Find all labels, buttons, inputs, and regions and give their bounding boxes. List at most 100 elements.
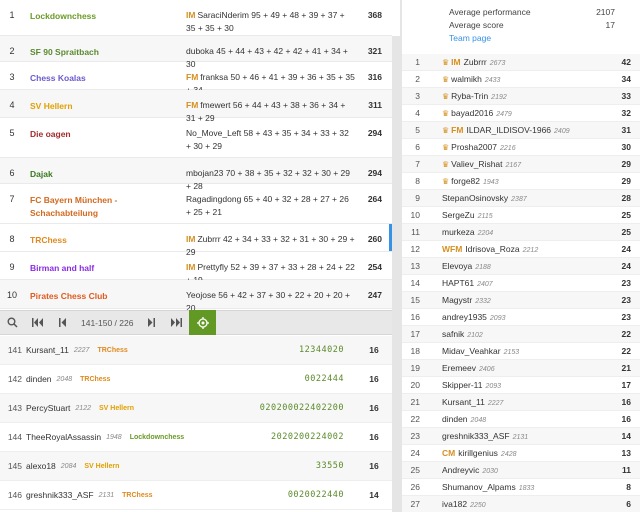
ranking-player[interactable]: safnik 2102 <box>420 329 614 339</box>
jump-to-me-button[interactable] <box>189 310 217 335</box>
player-row[interactable]: 142 dinden 2048 TRChess 0022444 16 <box>0 365 392 394</box>
ranking-row[interactable]: 22 dinden 2048 16 <box>402 411 640 428</box>
ranking-player[interactable]: HAPT61 2407 <box>420 278 614 288</box>
team-name[interactable]: Chess Koalas <box>24 62 180 85</box>
team-row[interactable]: 3 Chess Koalas FM franksa 50 + 46 + 41 + 39… <box>0 62 392 95</box>
player-team[interactable]: TRChess <box>80 376 110 383</box>
ranking-row[interactable]: 16 andrey1935 2093 23 <box>402 309 640 326</box>
team-name[interactable]: Birman and half <box>24 252 180 275</box>
ranking-row[interactable]: 15 Magystr 2332 23 <box>402 292 640 309</box>
player-name[interactable]: greshnik333_ASF <box>22 490 94 500</box>
team-row[interactable]: 4 SV Hellern FM fmewert 56 + 44 + 43 + 38 +… <box>0 90 392 123</box>
ranking-player[interactable]: ♛ Ryba-Trin 2192 <box>420 91 614 101</box>
player-row[interactable]: 146 greshnik333_ASF 2131 TRChess 0020022440 1… <box>0 481 392 510</box>
ranking-player[interactable]: ♛ Prosha2007 2216 <box>420 142 614 152</box>
ranking-player[interactable]: Elevoya 2188 <box>420 261 614 271</box>
ranking-row[interactable]: 19 Eremeev 2406 21 <box>402 360 640 377</box>
team-row[interactable]: 8 TRChess IM Zubrrr 42 + 34 + 33 + 32 + 31 … <box>0 224 392 257</box>
ranking-row[interactable]: 10 SergeZu 2115 25 <box>402 207 640 224</box>
first-page-button[interactable] <box>25 310 50 335</box>
ranking-player[interactable]: SergeZu 2115 <box>420 210 614 220</box>
team-name[interactable]: Pirates Chess Club <box>24 280 180 303</box>
team-row[interactable]: 2 SF 90 Spraitbach duboka 45 + 44 + 43 + 4… <box>0 36 392 69</box>
ranking-player[interactable]: Midav_Veahkar 2153 <box>420 346 614 356</box>
ranking-player[interactable]: ♛ FM ILDAR_ILDISOV-1966 2409 <box>420 125 614 135</box>
team-row[interactable]: 9 Birman and half IM Prettyfly 52 + 39 + 37… <box>0 252 392 285</box>
team-page-link[interactable]: Team page <box>449 32 640 45</box>
ranking-row[interactable]: 8 ♛ forge82 1943 29 <box>402 173 640 190</box>
ranking-row[interactable]: 9 StepanOsinovsky 2387 28 <box>402 190 640 207</box>
ranking-row[interactable]: 25 Andreyvic 2030 11 <box>402 462 640 479</box>
ranking-player[interactable]: ♛ bayad2016 2479 <box>420 108 614 118</box>
ranking-row[interactable]: 24 CM kirillgenius 2428 13 <box>402 445 640 462</box>
player-name[interactable]: TheeRoyalAssassin <box>22 432 101 442</box>
player-name[interactable]: PercyStuart <box>22 403 70 413</box>
ranking-row[interactable]: 7 ♛ Valiev_Rishat 2167 29 <box>402 156 640 173</box>
team-row[interactable]: 1 Lockdownchess IM SaraciNderim 95 + 49 + 4… <box>0 0 392 36</box>
ranking-row[interactable]: 21 Kursant_11 2227 16 <box>402 394 640 411</box>
ranking-row[interactable]: 4 ♛ bayad2016 2479 32 <box>402 105 640 122</box>
ranking-row[interactable]: 26 Shumanov_Alpams 1833 8 <box>402 479 640 496</box>
ranking-row[interactable]: 23 greshnik333_ASF 2131 14 <box>402 428 640 445</box>
ranking-player[interactable]: StepanOsinovsky 2387 <box>420 193 614 203</box>
ranking-player[interactable]: Skipper-11 2093 <box>420 380 614 390</box>
ranking-player[interactable]: CM kirillgenius 2428 <box>420 448 614 458</box>
team-name[interactable]: SV Hellern <box>24 90 180 113</box>
score-sequence: 0022444 <box>304 374 344 384</box>
ranking-player[interactable]: greshnik333_ASF 2131 <box>420 431 614 441</box>
ranking-player[interactable]: ♛ walmikh 2433 <box>420 74 614 84</box>
ranking-row[interactable]: 12 WFM Idrisova_Roza 2212 24 <box>402 241 640 258</box>
ranking-row[interactable]: 11 murkeza 2204 25 <box>402 224 640 241</box>
ranking-row[interactable]: 17 safnik 2102 22 <box>402 326 640 343</box>
ranking-row[interactable]: 3 ♛ Ryba-Trin 2192 33 <box>402 88 640 105</box>
team-name[interactable]: SF 90 Spraitbach <box>24 36 180 59</box>
ranking-row[interactable]: 20 Skipper-11 2093 17 <box>402 377 640 394</box>
ranking-player[interactable]: iva182 2250 <box>420 499 614 509</box>
player-row[interactable]: 144 TheeRoyalAssassin 1948 Lockdownchess 202… <box>0 423 392 452</box>
team-name[interactable]: Lockdownchess <box>24 0 180 23</box>
ranking-player[interactable]: Shumanov_Alpams 1833 <box>420 482 614 492</box>
player-team[interactable]: TRChess <box>97 347 127 354</box>
ranking-player[interactable]: andrey1935 2093 <box>420 312 614 322</box>
team-row[interactable]: 6 Dajak mbojan23 70 + 38 + 35 + 32 + 32 + … <box>0 158 392 191</box>
last-page-button[interactable] <box>164 310 189 335</box>
player-name[interactable]: Kursant_11 <box>22 345 69 355</box>
player-row[interactable]: 141 Kursant_11 2227 TRChess 12344020 16 <box>0 336 392 365</box>
ranking-row[interactable]: 1 ♛ IM Zubrrr 2673 42 <box>402 54 640 71</box>
ranking-row[interactable]: 2 ♛ walmikh 2433 34 <box>402 71 640 88</box>
player-team[interactable]: TRChess <box>122 492 152 499</box>
player-team[interactable]: Lockdownchess <box>130 434 184 441</box>
player-team[interactable]: SV Hellern <box>84 463 119 470</box>
prev-page-button[interactable] <box>50 310 75 335</box>
team-row[interactable]: 7 FC Bayern München - Schachabteilung Raga… <box>0 184 392 224</box>
ranking-row[interactable]: 5 ♛ FM ILDAR_ILDISOV-1966 2409 31 <box>402 122 640 139</box>
ranking-player[interactable]: Eremeev 2406 <box>420 363 614 373</box>
ranking-player[interactable]: ♛ forge82 1943 <box>420 176 614 186</box>
ranking-player[interactable]: Kursant_11 2227 <box>420 397 614 407</box>
ranking-row[interactable]: 27 iva182 2250 6 <box>402 496 640 512</box>
player-name[interactable]: alexo18 <box>22 461 56 471</box>
team-row[interactable]: 5 Die oagen No_Move_Left 58 + 43 + 35 + 34… <box>0 118 392 158</box>
team-name[interactable]: Dajak <box>24 158 180 181</box>
ranking-player[interactable]: dinden 2048 <box>420 414 614 424</box>
team-name[interactable]: FC Bayern München - Schachabteilung <box>24 184 180 220</box>
ranking-row[interactable]: 6 ♛ Prosha2007 2216 30 <box>402 139 640 156</box>
search-button[interactable] <box>0 310 25 335</box>
team-name[interactable]: TRChess <box>24 224 180 247</box>
ranking-row[interactable]: 13 Elevoya 2188 24 <box>402 258 640 275</box>
next-page-button[interactable] <box>139 310 164 335</box>
ranking-player[interactable]: ♛ Valiev_Rishat 2167 <box>420 159 614 169</box>
ranking-player[interactable]: murkeza 2204 <box>420 227 614 237</box>
ranking-row[interactable]: 18 Midav_Veahkar 2153 22 <box>402 343 640 360</box>
ranking-player[interactable]: Andreyvic 2030 <box>420 465 614 475</box>
ranking-player[interactable]: WFM Idrisova_Roza 2212 <box>420 244 614 254</box>
player-row[interactable]: 143 PercyStuart 2122 SV Hellern 020200022402… <box>0 394 392 423</box>
ranking-row[interactable]: 14 HAPT61 2407 23 <box>402 275 640 292</box>
ranking-player[interactable]: Magystr 2332 <box>420 295 614 305</box>
ranking-player[interactable]: ♛ IM Zubrrr 2673 <box>420 57 614 67</box>
player-name[interactable]: dinden <box>22 374 52 384</box>
team-name[interactable]: Die oagen <box>24 118 180 141</box>
team-row[interactable]: 10 Pirates Chess Club Yeojose 56 + 42 + 37… <box>0 280 392 313</box>
player-row[interactable]: 145 alexo18 2084 SV Hellern 33550 16 <box>0 452 392 481</box>
player-team[interactable]: SV Hellern <box>99 405 134 412</box>
